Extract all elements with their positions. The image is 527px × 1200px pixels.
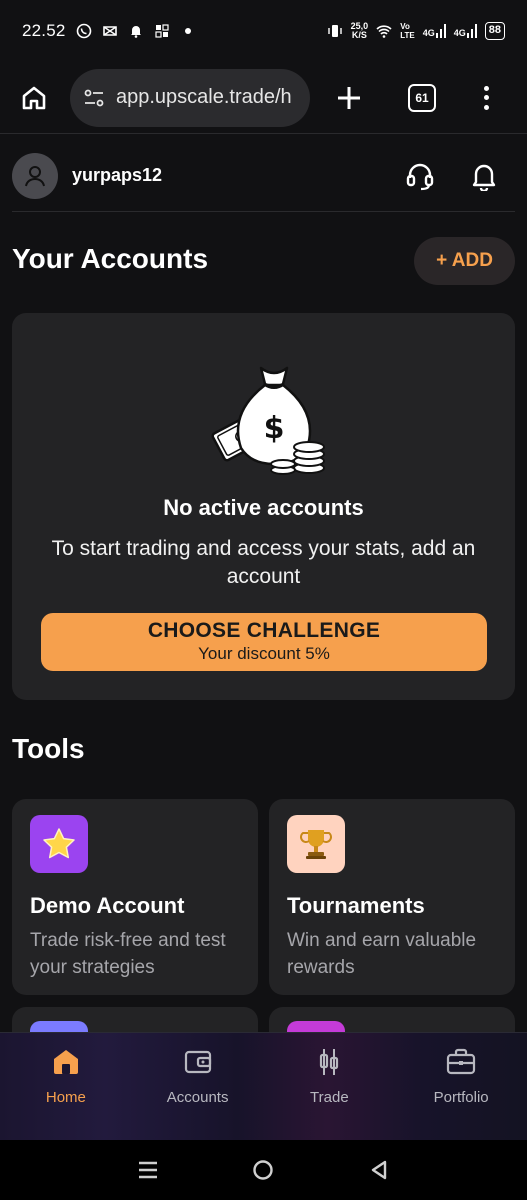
trophy-icon bbox=[287, 815, 345, 873]
demo-account-card[interactable]: Demo Account Trade risk-free and test yo… bbox=[12, 799, 258, 995]
address-bar[interactable]: app.upscale.trade/h bbox=[70, 68, 310, 127]
support-button[interactable] bbox=[405, 161, 435, 191]
tool-description: Trade risk-free and test your strategies bbox=[30, 930, 226, 978]
nav-trade[interactable]: Trade bbox=[264, 1033, 396, 1140]
site-settings-icon[interactable] bbox=[82, 86, 106, 110]
add-account-button[interactable]: + ADD bbox=[414, 237, 515, 285]
back-triangle-icon bbox=[371, 1160, 387, 1180]
headset-icon bbox=[406, 163, 434, 190]
signal-2: 4G bbox=[454, 24, 477, 38]
star-shape bbox=[43, 828, 75, 859]
browser-toolbar: app.upscale.trade/h 61 bbox=[0, 62, 527, 134]
svg-text:$: $ bbox=[264, 411, 285, 446]
clock: 22.52 bbox=[22, 21, 66, 40]
tool-title: Demo Account bbox=[30, 893, 185, 918]
bell-icon bbox=[472, 164, 496, 191]
bottom-navigation: Home Accounts Trade Portfolio bbox=[0, 1032, 527, 1140]
signal-1: 4G bbox=[423, 24, 446, 38]
kebab-dot bbox=[483, 95, 489, 100]
network-speed: 25,0 K/S bbox=[350, 21, 369, 40]
wallet-icon bbox=[184, 1050, 211, 1074]
tournaments-card[interactable]: Tournaments Win and earn valuable reward… bbox=[269, 799, 515, 995]
whatsapp-icon bbox=[76, 23, 91, 39]
username[interactable]: yurpaps12 bbox=[72, 165, 162, 186]
nav-accounts[interactable]: Accounts bbox=[132, 1033, 264, 1140]
home-icon bbox=[22, 86, 46, 109]
candlestick-icon bbox=[320, 1049, 339, 1075]
discount-label: Your discount 5% bbox=[198, 644, 330, 663]
app-header: yurpaps12 bbox=[12, 140, 515, 212]
home-icon bbox=[53, 1050, 78, 1074]
avatar[interactable] bbox=[12, 152, 58, 199]
capcut-icon bbox=[102, 26, 117, 36]
volte-label: Vo LTE bbox=[400, 22, 415, 40]
tool-description: Win and earn valuable rewards bbox=[287, 930, 477, 978]
nav-portfolio[interactable]: Portfolio bbox=[395, 1033, 527, 1140]
dot-icon bbox=[184, 28, 191, 34]
system-home-button[interactable] bbox=[248, 1155, 278, 1185]
choose-challenge-button[interactable]: CHOOSE CHALLENGE Your discount 5% bbox=[41, 613, 487, 671]
notification-icons bbox=[76, 23, 196, 39]
recent-apps-button[interactable] bbox=[133, 1155, 163, 1185]
menu-lines-icon bbox=[138, 1161, 157, 1179]
more-menu-button[interactable] bbox=[476, 83, 496, 113]
nav-label: Portfolio bbox=[433, 1089, 489, 1106]
accounts-section-title: Your Accounts bbox=[12, 243, 209, 274]
system-navigation bbox=[0, 1140, 527, 1200]
vibrate-icon bbox=[327, 25, 342, 37]
url-text[interactable]: app.upscale.trade/h bbox=[116, 86, 292, 109]
browser-home-button[interactable] bbox=[14, 78, 54, 118]
user-icon bbox=[25, 165, 45, 186]
wifi-icon bbox=[376, 25, 392, 38]
briefcase-icon bbox=[447, 1048, 476, 1075]
battery-indicator: 88 bbox=[484, 22, 505, 40]
plus-icon bbox=[338, 86, 360, 109]
nav-label: Trade bbox=[310, 1089, 349, 1106]
nav-home[interactable]: Home bbox=[0, 1033, 132, 1140]
status-bar: 22.52 25,0 K/S Vo LTE 4G 4G 88 bbox=[0, 0, 527, 62]
app-icon bbox=[154, 24, 169, 38]
nav-label: Home bbox=[45, 1089, 86, 1106]
empty-state-title: No active accounts bbox=[163, 495, 364, 520]
trophy-shape bbox=[300, 830, 332, 859]
money-bag-icon: $ bbox=[211, 366, 325, 475]
star-icon bbox=[30, 815, 88, 873]
bell-small-icon bbox=[130, 26, 141, 38]
system-icons: 25,0 K/S Vo LTE 4G 4G 88 bbox=[327, 22, 505, 40]
tab-switcher-button[interactable]: 61 bbox=[408, 83, 436, 112]
nav-label: Accounts bbox=[166, 1089, 229, 1106]
empty-state-description: To start trading and access your stats, … bbox=[51, 537, 476, 588]
circle-icon bbox=[253, 1160, 274, 1180]
new-tab-button[interactable] bbox=[334, 83, 364, 113]
back-button[interactable] bbox=[364, 1155, 394, 1185]
choose-challenge-label: CHOOSE CHALLENGE bbox=[147, 619, 381, 642]
signal-bars-icon bbox=[435, 24, 446, 38]
notifications-button[interactable] bbox=[469, 161, 499, 191]
tool-title: Tournaments bbox=[287, 893, 425, 918]
kebab-dot bbox=[483, 104, 489, 110]
no-accounts-card: $ No active accounts To start trading an… bbox=[12, 313, 515, 700]
signal-bars-icon bbox=[466, 24, 477, 38]
tools-section-title: Tools bbox=[12, 733, 85, 764]
kebab-dot bbox=[483, 85, 489, 91]
